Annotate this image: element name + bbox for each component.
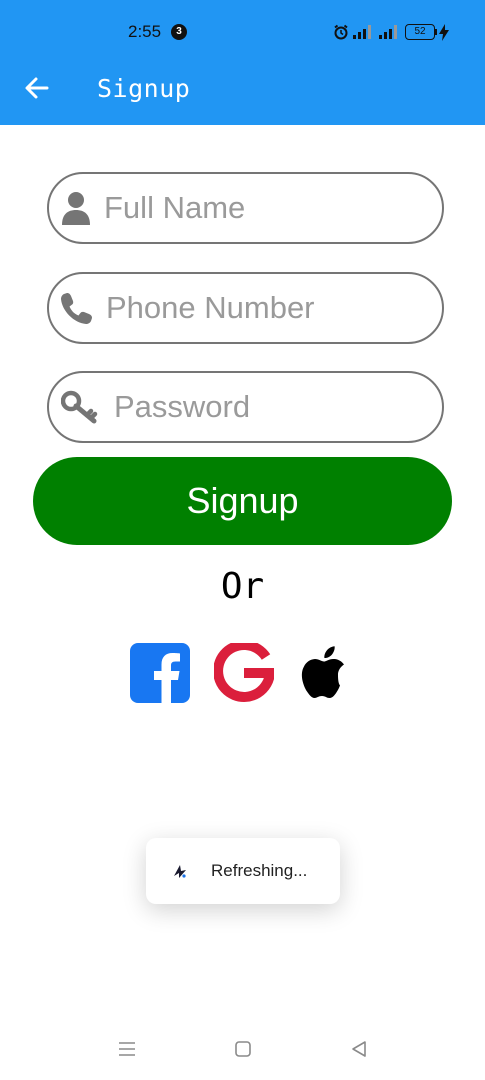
phone-number-input[interactable] (106, 274, 406, 342)
refreshing-toast: Refreshing... (146, 838, 340, 904)
charging-bolt-icon (439, 24, 449, 41)
phone-icon (61, 293, 92, 324)
app-header: 2:55 3 52 Signup (0, 0, 485, 125)
battery-tip (435, 29, 437, 35)
notification-count-badge: 3 (171, 24, 187, 40)
signal-strength-icon (353, 25, 371, 39)
back-arrow-icon[interactable] (23, 74, 51, 102)
app-logo-icon (174, 865, 186, 878)
signup-button[interactable]: Signup (33, 457, 452, 545)
facebook-icon[interactable] (130, 643, 190, 703)
user-icon (62, 192, 90, 225)
or-divider: Or (220, 566, 265, 607)
password-input[interactable] (114, 373, 414, 441)
google-icon[interactable] (214, 643, 274, 703)
page-title: Signup (97, 74, 191, 103)
password-field[interactable] (47, 371, 444, 443)
back-triangle-icon[interactable] (350, 1040, 368, 1058)
battery-indicator: 52 (405, 24, 435, 40)
apple-icon[interactable] (297, 643, 357, 703)
toast-message: Refreshing... (211, 861, 308, 880)
phone-number-field[interactable] (47, 272, 444, 344)
key-icon (61, 390, 98, 424)
battery-level: 52 (414, 26, 426, 37)
full-name-field[interactable] (47, 172, 444, 244)
signal-strength-2-icon (379, 25, 397, 39)
menu-icon[interactable] (118, 1040, 136, 1058)
full-name-input[interactable] (104, 174, 404, 242)
status-time: 2:55 (128, 22, 162, 41)
home-icon[interactable] (234, 1040, 252, 1058)
alarm-icon (334, 24, 348, 40)
status-bar: 2:55 3 52 (0, 0, 485, 64)
